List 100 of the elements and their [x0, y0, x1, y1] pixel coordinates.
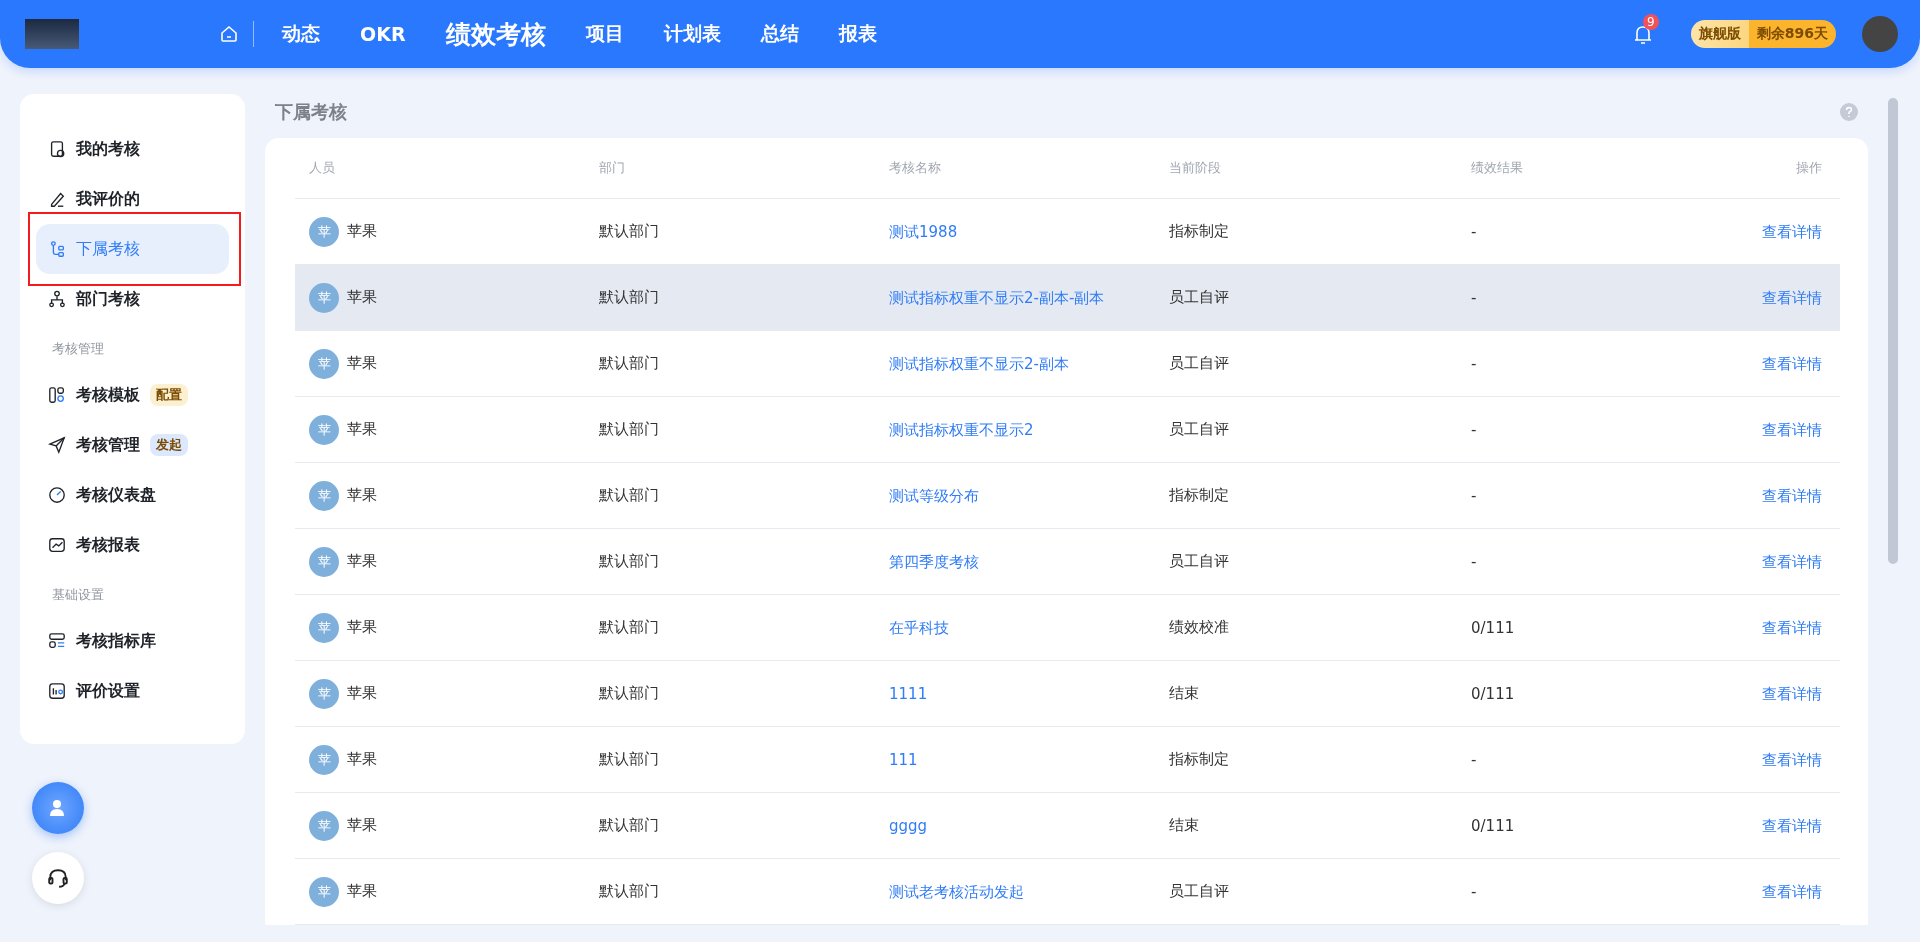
menu-item-icon	[48, 436, 66, 454]
person-name: 苹果	[347, 486, 377, 505]
person-name: 苹果	[347, 882, 377, 901]
table-cell-text: -	[1471, 288, 1478, 307]
table-cell-text: 员工自评	[1169, 552, 1230, 571]
avatar-badge: 苹	[309, 348, 339, 379]
nav-tab[interactable]: 绩效考核	[425, 17, 566, 51]
person-name: 苹果	[347, 552, 377, 571]
person-name: 苹果	[347, 354, 377, 373]
sidebar-item[interactable]: 考核报表	[36, 520, 229, 570]
tag-label: 配置	[150, 384, 188, 406]
assessment-link[interactable]: 测试指标权重不显示2-副本	[889, 354, 1069, 373]
support-button[interactable]	[32, 852, 84, 904]
table-cell-text: 指标制定	[1169, 222, 1230, 241]
table-cell-text: 默认部门	[599, 552, 660, 571]
table-cell-text: 员工自评	[1169, 288, 1230, 307]
avatar-badge: 苹	[309, 216, 339, 247]
table-cell-text: 指标制定	[1169, 750, 1230, 769]
assessment-link[interactable]: gggg	[889, 817, 928, 835]
column-header: 绩效结果	[1471, 159, 1524, 177]
view-details-link[interactable]: 查看详情	[1762, 354, 1822, 373]
nav-tab[interactable]: 项目	[565, 21, 644, 47]
scrollbar-thumb[interactable]	[1888, 98, 1898, 564]
avatar-badge: 苹	[309, 876, 339, 907]
view-details-link[interactable]: 查看详情	[1762, 684, 1822, 703]
menu-item-icon	[48, 536, 66, 554]
table-cell-text: 绩效校准	[1169, 618, 1230, 637]
view-details-link[interactable]: 查看详情	[1762, 288, 1822, 307]
column-header: 操作	[1795, 159, 1822, 177]
sidebar-item[interactable]: 考核模板 配置	[36, 370, 229, 420]
person-name: 苹果	[347, 222, 377, 241]
avatar-badge: 苹	[309, 678, 339, 709]
column-header: 部门	[599, 159, 626, 177]
assessment-link[interactable]: 测试老考核活动发起	[889, 882, 1024, 901]
table-cell-text: -	[1471, 882, 1478, 901]
remaining-days: 剩余896天	[1748, 20, 1836, 48]
avatar-badge: 苹	[309, 612, 339, 643]
table-cell-text: 默认部门	[599, 486, 660, 505]
view-details-link[interactable]: 查看详情	[1762, 552, 1822, 571]
page-title: 下属考核	[275, 100, 347, 124]
assessment-link[interactable]: 在乎科技	[889, 618, 949, 637]
menu-item-icon	[48, 190, 66, 208]
plan-label: 旗舰版	[1690, 20, 1749, 48]
table-cell-text: 结束	[1169, 816, 1200, 835]
person-name: 苹果	[347, 684, 377, 703]
table-cell-text: 默认部门	[599, 684, 660, 703]
table-row[interactable]: 苹 苹果 默认部门 测试指标权重不显示2-副本-副本 员工自评 - 查看详情	[295, 265, 1840, 331]
table-cell-text: -	[1471, 552, 1478, 571]
table-cell-text: 默认部门	[599, 354, 660, 373]
assessment-link[interactable]: 1111	[889, 685, 928, 703]
menu-item-icon	[48, 486, 66, 504]
assessment-link[interactable]: 111	[889, 751, 918, 769]
assessment-link[interactable]: 测试指标权重不显示2-副本-副本	[889, 288, 1105, 307]
column-header: 当前阶段	[1169, 159, 1222, 177]
assessment-link[interactable]: 测试等级分布	[889, 486, 979, 505]
view-details-link[interactable]: 查看详情	[1762, 816, 1822, 835]
nav-tab[interactable]: 总结	[740, 21, 819, 47]
sidebar-item[interactable]: 考核指标库	[36, 616, 229, 666]
home-icon[interactable]	[219, 24, 239, 44]
nav-tab[interactable]: 报表	[818, 21, 897, 47]
table-cell-text: 员工自评	[1169, 882, 1230, 901]
assessment-link[interactable]: 第四季度考核	[889, 552, 979, 571]
table-cell-text: 默认部门	[599, 750, 660, 769]
person-name: 苹果	[347, 288, 377, 307]
avatar-badge: 苹	[309, 414, 339, 445]
user-avatar[interactable]	[1862, 16, 1898, 52]
menu-item-icon	[48, 682, 66, 700]
sidebar-item[interactable]: 考核仪表盘	[36, 470, 229, 520]
sidebar-item[interactable]: 下属考核	[36, 224, 229, 274]
view-details-link[interactable]: 查看详情	[1762, 420, 1822, 439]
menu-item-icon	[48, 140, 66, 158]
sidebar-item[interactable]: 我的考核	[36, 124, 229, 174]
sidebar-item[interactable]: 部门考核	[36, 274, 229, 324]
sidebar-item[interactable]: 考核管理 发起	[36, 420, 229, 470]
assessment-link[interactable]: 测试1988	[889, 222, 958, 241]
user-settings-button[interactable]	[32, 782, 84, 834]
section-label: 基础设置	[51, 586, 105, 604]
view-details-link[interactable]: 查看详情	[1762, 486, 1822, 505]
sidebar-item[interactable]: 评价设置	[36, 666, 229, 716]
table-cell-text: 默认部门	[599, 288, 660, 307]
table-cell-text: -	[1471, 222, 1478, 241]
assessment-link[interactable]: 测试指标权重不显示2	[889, 420, 1034, 439]
sidebar-item[interactable]: 我评价的	[36, 174, 229, 224]
table-cell-text: 指标制定	[1169, 486, 1230, 505]
nav-tab[interactable]: 计划表	[643, 21, 741, 47]
table-cell-text: 默认部门	[599, 816, 660, 835]
view-details-link[interactable]: 查看详情	[1762, 882, 1822, 901]
person-name: 苹果	[347, 618, 377, 637]
nav-tab[interactable]: OKR	[340, 23, 426, 45]
table-cell-text: 0/111	[1471, 684, 1516, 703]
person-name: 苹果	[347, 750, 377, 769]
column-header: 人员	[309, 159, 336, 177]
view-details-link[interactable]: 查看详情	[1762, 618, 1822, 637]
view-details-link[interactable]: 查看详情	[1762, 222, 1822, 241]
avatar-badge: 苹	[309, 810, 339, 841]
view-details-link[interactable]: 查看详情	[1762, 750, 1822, 769]
table-cell-text: -	[1471, 750, 1478, 769]
table-cell-text: 默认部门	[599, 618, 660, 637]
table-cell-text: -	[1471, 486, 1478, 505]
nav-tab[interactable]: 动态	[262, 21, 340, 47]
